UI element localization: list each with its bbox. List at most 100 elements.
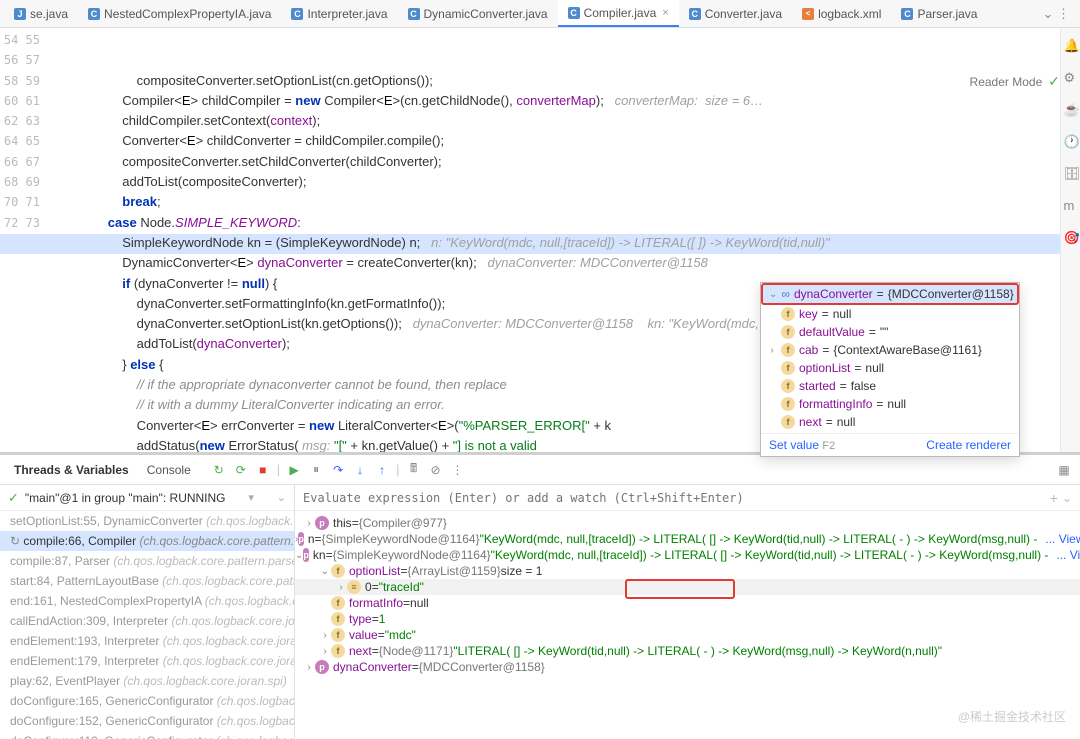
- variables-panel: + ⌄ ›pthis = {Compiler@977}›pn = {Simple…: [295, 485, 1080, 739]
- resume-icon[interactable]: ⟳: [233, 462, 249, 478]
- java-icon: C: [689, 8, 701, 20]
- stack-frame[interactable]: ↻ compile:66, Compiler (ch.qos.logback.c…: [0, 531, 294, 551]
- stack-frame[interactable]: callEndAction:309, Interpreter (ch.qos.l…: [0, 611, 294, 631]
- file-tabs: Jse.java CNestedComplexPropertyIA.java C…: [0, 0, 1080, 28]
- threads-tab[interactable]: Threads & Variables: [8, 459, 135, 481]
- field-icon: f: [781, 415, 795, 429]
- java-icon: C: [291, 8, 303, 20]
- stack-frame[interactable]: play:62, EventPlayer (ch.qos.logback.cor…: [0, 671, 294, 691]
- tab-7[interactable]: CParser.java: [891, 0, 987, 27]
- popup-field-row[interactable]: fstarted = false: [761, 377, 1019, 395]
- tab-4[interactable]: CCompiler.java×: [558, 0, 679, 27]
- java-icon: C: [408, 8, 420, 20]
- popup-field-row[interactable]: fformattingInfo = null: [761, 395, 1019, 413]
- xml-icon: <: [802, 8, 814, 20]
- java-icon: C: [901, 8, 913, 20]
- filter-icon[interactable]: ▾: [248, 491, 254, 504]
- reader-mode-label[interactable]: Reader Mode✓: [970, 73, 1060, 90]
- var-row[interactable]: ⌄pkn = {SimpleKeywordNode@1164} "KeyWord…: [295, 547, 1080, 563]
- stack-frame[interactable]: endElement:193, Interpreter (ch.qos.logb…: [0, 631, 294, 651]
- expand-icon[interactable]: ⌄: [769, 289, 777, 300]
- create-renderer-link[interactable]: Create renderer: [926, 438, 1011, 452]
- field-icon: f: [781, 397, 795, 411]
- object-icon: ∞: [781, 287, 790, 301]
- layout-icon[interactable]: ▦: [1056, 462, 1072, 478]
- step-over-icon[interactable]: ↷: [330, 462, 346, 478]
- popup-field-row[interactable]: fdefaultValue = "": [761, 323, 1019, 341]
- stack-frame[interactable]: end:161, NestedComplexPropertyIA (ch.qos…: [0, 591, 294, 611]
- collapse-icon[interactable]: ⌄: [277, 491, 286, 504]
- calculator-icon[interactable]: 🖩: [406, 462, 422, 478]
- var-row[interactable]: ›fvalue = "mdc": [295, 627, 1080, 643]
- field-icon: f: [781, 379, 795, 393]
- tab-2[interactable]: CInterpreter.java: [281, 0, 397, 27]
- var-row[interactable]: ftype = 1: [295, 611, 1080, 627]
- expand-vars-icon[interactable]: ⌄: [1062, 491, 1072, 505]
- watermark: @稀土掘金技术社区: [958, 708, 1066, 725]
- stack-frame[interactable]: start:84, PatternLayoutBase (ch.qos.logb…: [0, 571, 294, 591]
- field-icon: f: [781, 307, 795, 321]
- stack-frame[interactable]: compile:87, Parser (ch.qos.logback.core.…: [0, 551, 294, 571]
- stack-frame[interactable]: setOptionList:55, DynamicConverter (ch.q…: [0, 511, 294, 531]
- debugger-toolbar: Threads & Variables Console ↻ ⟳ ■ | ▶ ⏸ …: [0, 455, 1080, 485]
- var-type-icon: p: [315, 516, 329, 530]
- frames-panel: ✓ "main"@1 in group "main": RUNNING ▾ ⌄ …: [0, 485, 295, 739]
- tab-1[interactable]: CNestedComplexPropertyIA.java: [78, 0, 281, 27]
- popup-footer: Set value F2 Create renderer: [761, 433, 1019, 456]
- var-type-icon: f: [331, 596, 345, 610]
- tab-5[interactable]: CConverter.java: [679, 0, 792, 27]
- var-row[interactable]: ›≡0 = "traceId": [295, 579, 1080, 595]
- add-watch-icon[interactable]: +: [1046, 490, 1062, 506]
- java-icon: C: [568, 7, 580, 19]
- stack-frame[interactable]: doConfigure:110, GenericConfigurator (ch…: [0, 731, 294, 739]
- thread-header[interactable]: ✓ "main"@1 in group "main": RUNNING ▾ ⌄: [0, 485, 294, 511]
- popup-field-row[interactable]: fnext = null: [761, 413, 1019, 431]
- var-row[interactable]: ›fnext = {Node@1171} "LITERAL( [] -> Key…: [295, 643, 1080, 659]
- var-type-icon: p: [298, 532, 304, 546]
- stack-frame[interactable]: doConfigure:165, GenericConfigurator (ch…: [0, 691, 294, 711]
- index-icon: ≡: [347, 580, 361, 594]
- tab-0[interactable]: Jse.java: [4, 0, 78, 27]
- var-type-icon: p: [315, 660, 329, 674]
- notifications-icon[interactable]: 🔔: [1064, 38, 1078, 52]
- tabs-more-dropdown[interactable]: ⌄ ⋮: [1036, 6, 1076, 22]
- step-into-icon[interactable]: ↓: [352, 462, 368, 478]
- set-value-link[interactable]: Set value: [769, 438, 819, 452]
- java-icon: J: [14, 8, 26, 20]
- var-type-icon: f: [331, 628, 345, 642]
- check-icon: ✓: [1048, 73, 1060, 90]
- variable-popup[interactable]: ⌄ ∞ dynaConverter = {MDCConverter@1158} …: [760, 282, 1020, 457]
- var-type-icon: f: [331, 612, 345, 626]
- mute-bp-icon[interactable]: ⊘: [428, 462, 444, 478]
- close-icon[interactable]: ×: [662, 7, 668, 19]
- console-tab[interactable]: Console: [141, 459, 197, 481]
- var-type-icon: f: [331, 564, 345, 578]
- popup-head-row[interactable]: ⌄ ∞ dynaConverter = {MDCConverter@1158}: [761, 283, 1019, 305]
- more-icon[interactable]: ⋮: [450, 462, 466, 478]
- tab-3[interactable]: CDynamicConverter.java: [398, 0, 558, 27]
- var-type-icon: f: [331, 644, 345, 658]
- var-row[interactable]: ⌄foptionList = {ArrayList@1159} size = 1: [295, 563, 1080, 579]
- rerun-icon[interactable]: ↻: [211, 462, 227, 478]
- var-row[interactable]: ›pthis = {Compiler@977}: [295, 515, 1080, 531]
- popup-field-row[interactable]: fkey = null: [761, 305, 1019, 323]
- popup-field-row[interactable]: ›fcab = {ContextAwareBase@1161}: [761, 341, 1019, 359]
- java-icon: C: [88, 8, 100, 20]
- pause-icon[interactable]: ⏸: [308, 462, 324, 478]
- field-icon: f: [781, 343, 795, 357]
- popup-field-row[interactable]: foptionList = null: [761, 359, 1019, 377]
- tab-6[interactable]: <logback.xml: [792, 0, 891, 27]
- debugger-panel: Threads & Variables Console ↻ ⟳ ■ | ▶ ⏸ …: [0, 452, 1080, 739]
- var-row[interactable]: ›pn = {SimpleKeywordNode@1164} "KeyWord(…: [295, 531, 1080, 547]
- var-type-icon: p: [303, 548, 309, 562]
- stack-frame[interactable]: doConfigure:152, GenericConfigurator (ch…: [0, 711, 294, 731]
- var-row[interactable]: ›pdynaConverter = {MDCConverter@1158}: [295, 659, 1080, 675]
- play-icon[interactable]: ▶: [286, 462, 302, 478]
- evaluate-input[interactable]: [303, 491, 1046, 505]
- status-icon: ✓: [8, 490, 19, 506]
- stop-icon[interactable]: ■: [255, 462, 271, 478]
- stack-frame[interactable]: endElement:179, Interpreter (ch.qos.logb…: [0, 651, 294, 671]
- step-out-icon[interactable]: ↑: [374, 462, 390, 478]
- field-icon: f: [781, 325, 795, 339]
- field-icon: f: [781, 361, 795, 375]
